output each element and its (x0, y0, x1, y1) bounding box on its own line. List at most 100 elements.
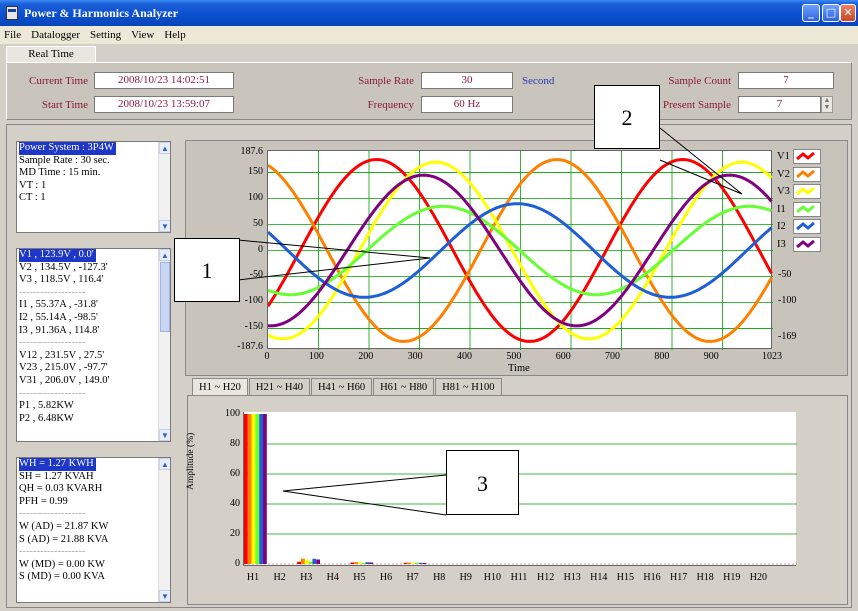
waveform-plot (266, 150, 773, 350)
list-item[interactable]: S (AD) = 21.88 KVA (17, 534, 170, 547)
legend-item[interactable]: V3 (775, 183, 827, 200)
list-item[interactable]: V12 , 231.5V , 27.5' (17, 350, 170, 363)
harmonic-bar (354, 562, 358, 564)
menu-view[interactable]: View (131, 29, 154, 41)
tab-h21-h40[interactable]: H21 ~ H40 (248, 378, 310, 396)
list-item[interactable]: PFH = 0.99 (17, 496, 170, 509)
scroll-down-icon[interactable]: ▼ (159, 429, 170, 441)
present-sample-field[interactable]: 7 (738, 96, 821, 113)
legend-item[interactable]: I1 (775, 201, 827, 218)
list-item[interactable]: WH = 1.27 KWH (17, 458, 170, 471)
system-info-list[interactable]: Power System : 3P4W Sample Rate : 30 sec.… (16, 141, 171, 233)
present-sample-spinner[interactable]: ▲ ▼ (821, 96, 833, 113)
legend-swatch-icon[interactable] (793, 149, 821, 164)
scroll-up-icon[interactable]: ▲ (159, 458, 170, 470)
harmonic-y-tick: 80 (230, 438, 240, 449)
menu-datalogger[interactable]: Datalogger (31, 29, 80, 41)
start-time-field[interactable]: 2008/10/23 13:59:07 (94, 96, 234, 113)
tab-h1-h20[interactable]: H1 ~ H20 (192, 378, 248, 396)
system-list-scrollbar[interactable]: ▲ ▼ (158, 142, 170, 232)
current-time-label: Current Time (29, 75, 88, 87)
list-item[interactable]: Power System : 3P4W (17, 142, 170, 155)
legend-item[interactable]: I2 (775, 218, 827, 235)
list-item[interactable]: ------------------- (17, 337, 170, 350)
legend-swatch-icon[interactable] (793, 236, 821, 252)
measurement-list[interactable]: V1 , 123.9V , 0.0' V2 , 134.5V , -127.3' V… (16, 248, 171, 442)
y-tick-label: 187.6 (240, 146, 264, 157)
list-item-text: ------------------- (19, 508, 86, 520)
harmonic-bar (361, 562, 366, 564)
menu-bar: File Datalogger Setting View Help (0, 26, 858, 44)
legend-swatch-icon[interactable] (793, 219, 821, 234)
callout-2: 2 (594, 85, 660, 149)
legend-item[interactable]: I3 (775, 236, 827, 253)
list-item[interactable]: V23 , 215.0V , -97.7' (17, 362, 170, 375)
list-item[interactable]: V3 , 118.5V , 116.4' (17, 274, 170, 287)
menu-file[interactable]: File (4, 29, 21, 41)
legend-swatch-icon[interactable] (793, 201, 821, 217)
list-item[interactable]: Sample Rate : 30 sec. (17, 155, 170, 168)
energy-list[interactable]: WH = 1.27 KWH SH = 1.27 KVAH QH = 0.03 KVA… (16, 457, 171, 603)
legend-item[interactable]: V2 (775, 166, 827, 183)
scroll-down-icon[interactable]: ▼ (159, 590, 170, 602)
list-item[interactable]: P1 , 5.82KW (17, 400, 170, 413)
list-item[interactable]: VT : 1 (17, 180, 170, 193)
menu-help[interactable]: Help (164, 29, 185, 41)
sample-rate-field[interactable]: 30 (421, 72, 513, 89)
harmonic-y-tick: 60 (230, 468, 240, 479)
list-item-text: V23 , 215.0V , -97.7' (19, 362, 108, 374)
list-item[interactable]: CT : 1 (17, 192, 170, 205)
minimize-button[interactable]: _ (802, 4, 820, 22)
harmonic-x-tick: H1 (246, 572, 260, 583)
harmonic-bar (316, 559, 320, 564)
energy-list-scrollbar[interactable]: ▲ ▼ (158, 458, 170, 602)
tab-h81-h100[interactable]: H81 ~ H100 (435, 378, 502, 396)
list-item-text: Sample Rate : 30 sec. (19, 154, 110, 166)
harmonic-bar (411, 562, 415, 564)
waveform-legend: V1 V2 V3 I1 I2 I3 (775, 148, 827, 252)
list-item[interactable]: ------------------- (17, 508, 170, 521)
scroll-up-icon[interactable]: ▲ (159, 142, 170, 154)
scroll-down-icon[interactable]: ▼ (159, 220, 170, 232)
scroll-thumb[interactable] (160, 262, 170, 332)
list-item[interactable]: MD Time : 15 min. (17, 167, 170, 180)
list-item-text: P2 , 6.48KW (19, 412, 74, 424)
list-item[interactable]: V2 , 134.5V , -127.3' (17, 262, 170, 275)
frequency-field[interactable]: 60 Hz (421, 96, 513, 113)
tab-h61-h80[interactable]: H61 ~ H80 (373, 378, 435, 396)
list-item[interactable]: SH = 1.27 KVAH (17, 471, 170, 484)
harmonic-x-tick: H17 (669, 572, 688, 583)
list-item[interactable]: P2 , 6.48KW (17, 413, 170, 426)
list-item[interactable]: I2 , 55.14A , -98.5' (17, 312, 170, 325)
tab-real-time[interactable]: Real Time (6, 46, 96, 62)
measurement-list-scrollbar[interactable]: ▲ ▼ (158, 249, 170, 441)
list-item[interactable]: V1 , 123.9V , 0.0' (17, 249, 170, 262)
list-item[interactable]: QH = 0.03 KVARH (17, 483, 170, 496)
list-item[interactable]: W (AD) = 21.87 KW (17, 521, 170, 534)
list-item-text: V2 , 134.5V , -127.3' (19, 261, 108, 273)
list-item[interactable]: I3 , 91.36A , 114.8' (17, 325, 170, 338)
scroll-up-icon[interactable]: ▲ (159, 249, 170, 261)
list-item[interactable]: W (MD) = 0.00 KW (17, 559, 170, 572)
current-time-field[interactable]: 2008/10/23 14:02:51 (94, 72, 234, 89)
list-item[interactable]: ------------------- (17, 388, 170, 401)
close-button[interactable]: ✕ (840, 4, 856, 22)
list-item[interactable]: V31 , 206.0V , 149.0' (17, 375, 170, 388)
list-item[interactable]: I1 , 55.37A , -31.8' (17, 299, 170, 312)
maximize-button[interactable]: □ (822, 4, 840, 22)
harmonic-x-tick: H18 (696, 572, 714, 583)
list-item-text: V1 , 123.9V , 0.0' (19, 249, 96, 262)
sample-count-field[interactable]: 7 (738, 72, 834, 89)
menu-setting[interactable]: Setting (90, 29, 121, 41)
list-item-text: I1 , 55.37A , -31.8' (19, 299, 98, 311)
list-item[interactable]: ------------------- (17, 287, 170, 300)
legend-swatch-icon[interactable] (793, 166, 821, 182)
legend-label: I2 (777, 221, 786, 232)
harmonic-x-tick: H14 (590, 572, 608, 583)
list-item[interactable]: ------------------- (17, 546, 170, 559)
list-item-text: WH = 1.27 KWH (19, 458, 96, 471)
list-item[interactable]: S (MD) = 0.00 KVA (17, 571, 170, 584)
legend-item[interactable]: V1 (775, 148, 827, 165)
legend-swatch-icon[interactable] (793, 184, 821, 199)
tab-h41-h60[interactable]: H41 ~ H60 (310, 378, 373, 396)
